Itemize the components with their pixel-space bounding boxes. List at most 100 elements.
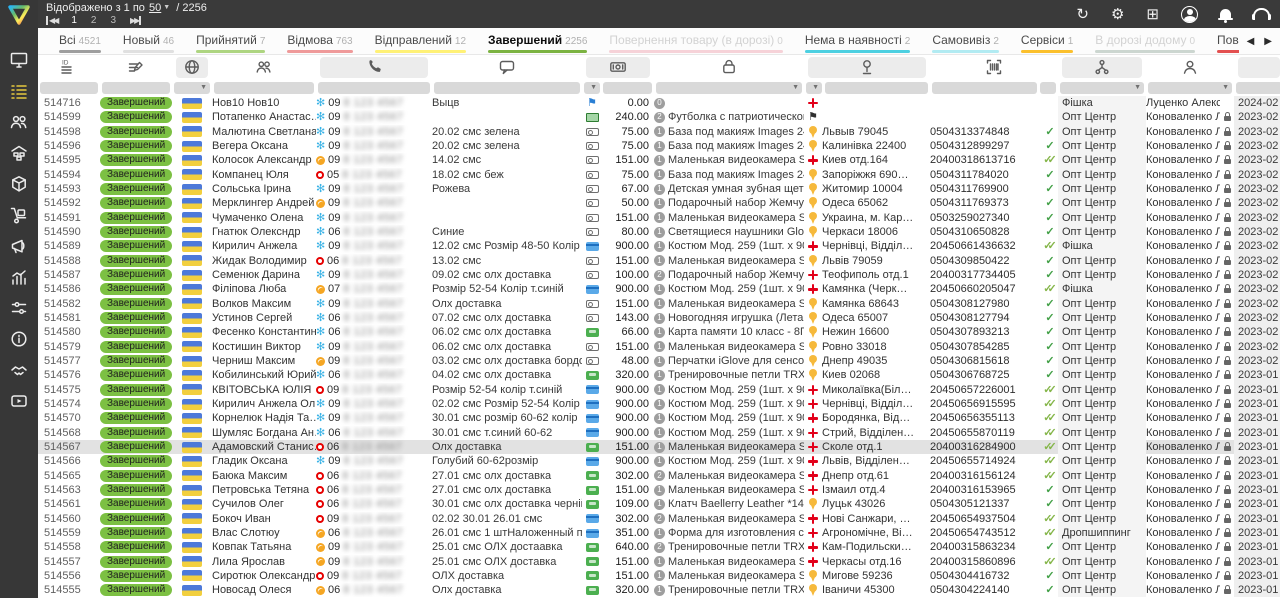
warehouse-icon[interactable] (0, 137, 38, 168)
filter-input[interactable] (1040, 82, 1056, 94)
header-country-column[interactable] (172, 55, 212, 79)
marketing-megaphone-icon[interactable] (0, 230, 38, 261)
tab-1[interactable]: Всі4521 (48, 28, 112, 53)
filter-input[interactable] (214, 82, 314, 94)
add-order-icon[interactable]: ⊞ (1146, 7, 1159, 22)
info-icon[interactable] (0, 323, 38, 354)
page-3[interactable]: 3 (110, 15, 116, 26)
video-tutorials-icon[interactable] (0, 385, 38, 416)
filter-input[interactable]: ▼ (806, 82, 822, 94)
tab-scroll-right-icon[interactable]: ▶ (1264, 36, 1272, 47)
order-row-514591[interactable]: 514591ЗавершенийЧумаченко Олена✻098 123 … (38, 211, 1280, 225)
order-row-514589[interactable]: 514589ЗавершенийКирилич Анжела✻098 123 4… (38, 239, 1280, 253)
products-box-icon[interactable] (0, 168, 38, 199)
header-status-column[interactable] (100, 55, 172, 79)
settings-sliders-icon[interactable] (0, 292, 38, 323)
header-tracking-column[interactable] (930, 55, 1058, 79)
order-row-514594[interactable]: 514594ЗавершенийКомпанец Юля058 123 4567… (38, 168, 1280, 182)
tab-10[interactable]: Сервіси1 (1010, 28, 1084, 53)
header-customer-column[interactable] (212, 55, 316, 79)
order-row-514576[interactable]: 514576ЗавершенийКобилинський Юрий✻068 12… (38, 368, 1280, 382)
partners-handshake-icon[interactable] (0, 354, 38, 385)
order-row-514575[interactable]: 514575ЗавершенийКВІТОВСЬКА ЮЛІЯ098 123 4… (38, 383, 1280, 397)
support-headset-icon[interactable] (1253, 8, 1270, 20)
notifications-bell-icon[interactable] (1220, 9, 1231, 19)
customers-icon[interactable] (0, 106, 38, 137)
order-row-514582[interactable]: 514582ЗавершенийВолков Максим✻098 123 45… (38, 297, 1280, 311)
order-row-514590[interactable]: 514590ЗавершенийГнатюк Олексндр✻068 123 … (38, 225, 1280, 239)
tab-11[interactable]: В дорозі додому0 (1084, 28, 1206, 53)
filter-input[interactable]: ▼ (1148, 82, 1232, 94)
order-row-514586[interactable]: 514586ЗавершенийФіліпова Люба078 123 456… (38, 282, 1280, 296)
order-row-514561[interactable]: 514561ЗавершенийСучилов Олег068 123 4567… (38, 497, 1280, 511)
tab-scroll-left-icon[interactable]: ◀ (1247, 36, 1255, 47)
filter-input[interactable] (40, 82, 98, 94)
page-1[interactable]: 1 (71, 15, 77, 26)
user-avatar-icon[interactable] (1181, 6, 1198, 23)
filter-input[interactable]: ▼ (584, 82, 600, 94)
order-row-514588[interactable]: 514588ЗавершенийЖидак Володимир068 123 4… (38, 254, 1280, 268)
order-row-514559[interactable]: 514559ЗавершенийВлас Слотюу068 123 45672… (38, 526, 1280, 540)
order-row-514563[interactable]: 514563ЗавершенийПетровська Тетяна068 123… (38, 483, 1280, 497)
order-row-514581[interactable]: 514581ЗавершенийУстинов Сергей✻068 123 4… (38, 311, 1280, 325)
statistics-icon[interactable] (0, 261, 38, 292)
order-row-514567[interactable]: 514567ЗавершенийАдамовский Станис…068 12… (38, 440, 1280, 454)
tab-6[interactable]: Завершений2256 (477, 28, 598, 53)
order-row-514592[interactable]: 514592ЗавершенийМерклингер Андрей098 123… (38, 196, 1280, 210)
header-product-column[interactable] (654, 55, 804, 79)
order-row-514565[interactable]: 514565ЗавершенийБаюка Максим068 123 4567… (38, 469, 1280, 483)
filter-input[interactable] (932, 82, 1037, 94)
first-page-icon[interactable]: ◀◀ (46, 16, 57, 25)
app-logo[interactable] (0, 0, 38, 30)
refresh-icon[interactable]: ↻ (1076, 7, 1089, 22)
order-row-514556[interactable]: 514556ЗавершенийСиротюк Олександр098 123… (38, 569, 1280, 583)
tab-4[interactable]: Відмова763 (276, 28, 363, 53)
order-row-514587[interactable]: 514587ЗавершенийСеменюк Дарина✻098 123 4… (38, 268, 1280, 282)
header-delivery-column[interactable] (804, 55, 930, 79)
tab-9[interactable]: Самовивіз2 (921, 28, 1010, 53)
cart-dolly-icon[interactable] (0, 199, 38, 230)
order-row-514579[interactable]: 514579ЗавершенийКостишин Виктор✻098 123 … (38, 340, 1280, 354)
tab-2[interactable]: Новый46 (112, 28, 185, 53)
tab-8[interactable]: Нема в наявності2 (794, 28, 922, 53)
filter-input[interactable] (434, 82, 580, 94)
header-payment-column[interactable] (582, 55, 654, 79)
order-row-514577[interactable]: 514577ЗавершенийЧерниш Максим098 123 456… (38, 354, 1280, 368)
header-date-column[interactable] (1234, 55, 1280, 79)
filter-input[interactable] (1236, 82, 1280, 94)
filter-input[interactable]: ▼ (1060, 82, 1144, 94)
last-page-icon[interactable]: ▶▶ (130, 16, 141, 25)
filter-input[interactable] (825, 82, 928, 94)
header-manager-column[interactable] (1146, 55, 1234, 79)
tab-3[interactable]: Прийнятий7 (185, 28, 276, 53)
order-row-514593[interactable]: 514593ЗавершенийСольська Ірина✻098 123 4… (38, 182, 1280, 196)
order-row-514595[interactable]: 514595ЗавершенийКолосок Александр098 123… (38, 153, 1280, 167)
order-row-514568[interactable]: 514568ЗавершенийШумляс Богдана Ан…✻068 1… (38, 426, 1280, 440)
header-comment-column[interactable] (432, 55, 582, 79)
filter-input[interactable] (318, 82, 430, 94)
page-size-select[interactable]: 50 (149, 2, 161, 14)
order-row-514570[interactable]: 514570ЗавершенийКорнелюк Надія Та…✻098 1… (38, 411, 1280, 425)
tab-7[interactable]: Повернення товару (в дорозі)0 (598, 28, 793, 53)
page-2[interactable]: 2 (91, 15, 97, 26)
order-row-514580[interactable]: 514580ЗавершенийФесенко Константин✻068 1… (38, 325, 1280, 339)
header-source-column[interactable] (1058, 55, 1146, 79)
gear-icon[interactable]: ⚙ (1111, 7, 1124, 22)
header-phone-column[interactable] (316, 55, 432, 79)
order-row-514599[interactable]: 514599ЗавершенийПотапенко Анастас…✻098 1… (38, 110, 1280, 124)
order-row-514716[interactable]: 514716ЗавершенийНов10 Нов10✻098 123 4567… (38, 96, 1280, 110)
filter-input[interactable]: ▼ (174, 82, 210, 94)
order-row-514598[interactable]: 514598ЗавершенийМалютина Светлана✻098 12… (38, 125, 1280, 139)
header-id-column[interactable]: ID (38, 55, 100, 79)
tab-5[interactable]: Відправлений12 (364, 28, 477, 53)
filter-input[interactable] (102, 82, 170, 94)
order-row-514566[interactable]: 514566ЗавершенийГладик Оксана✻098 123 45… (38, 454, 1280, 468)
order-row-514574[interactable]: 514574ЗавершенийКирилич Анжела Ол…✻098 1… (38, 397, 1280, 411)
order-row-514558[interactable]: 514558ЗавершенийКовпак Татьяна098 123 45… (38, 540, 1280, 554)
order-row-514560[interactable]: 514560ЗавершенийБокоч Иван098 123 456702… (38, 512, 1280, 526)
filter-input[interactable]: ▼ (656, 82, 802, 94)
orders-list-icon[interactable] (0, 75, 38, 106)
dashboard-monitor-icon[interactable] (0, 44, 38, 75)
order-row-514596[interactable]: 514596ЗавершенийВегера Оксана✻098 123 45… (38, 139, 1280, 153)
filter-input[interactable] (603, 82, 652, 94)
